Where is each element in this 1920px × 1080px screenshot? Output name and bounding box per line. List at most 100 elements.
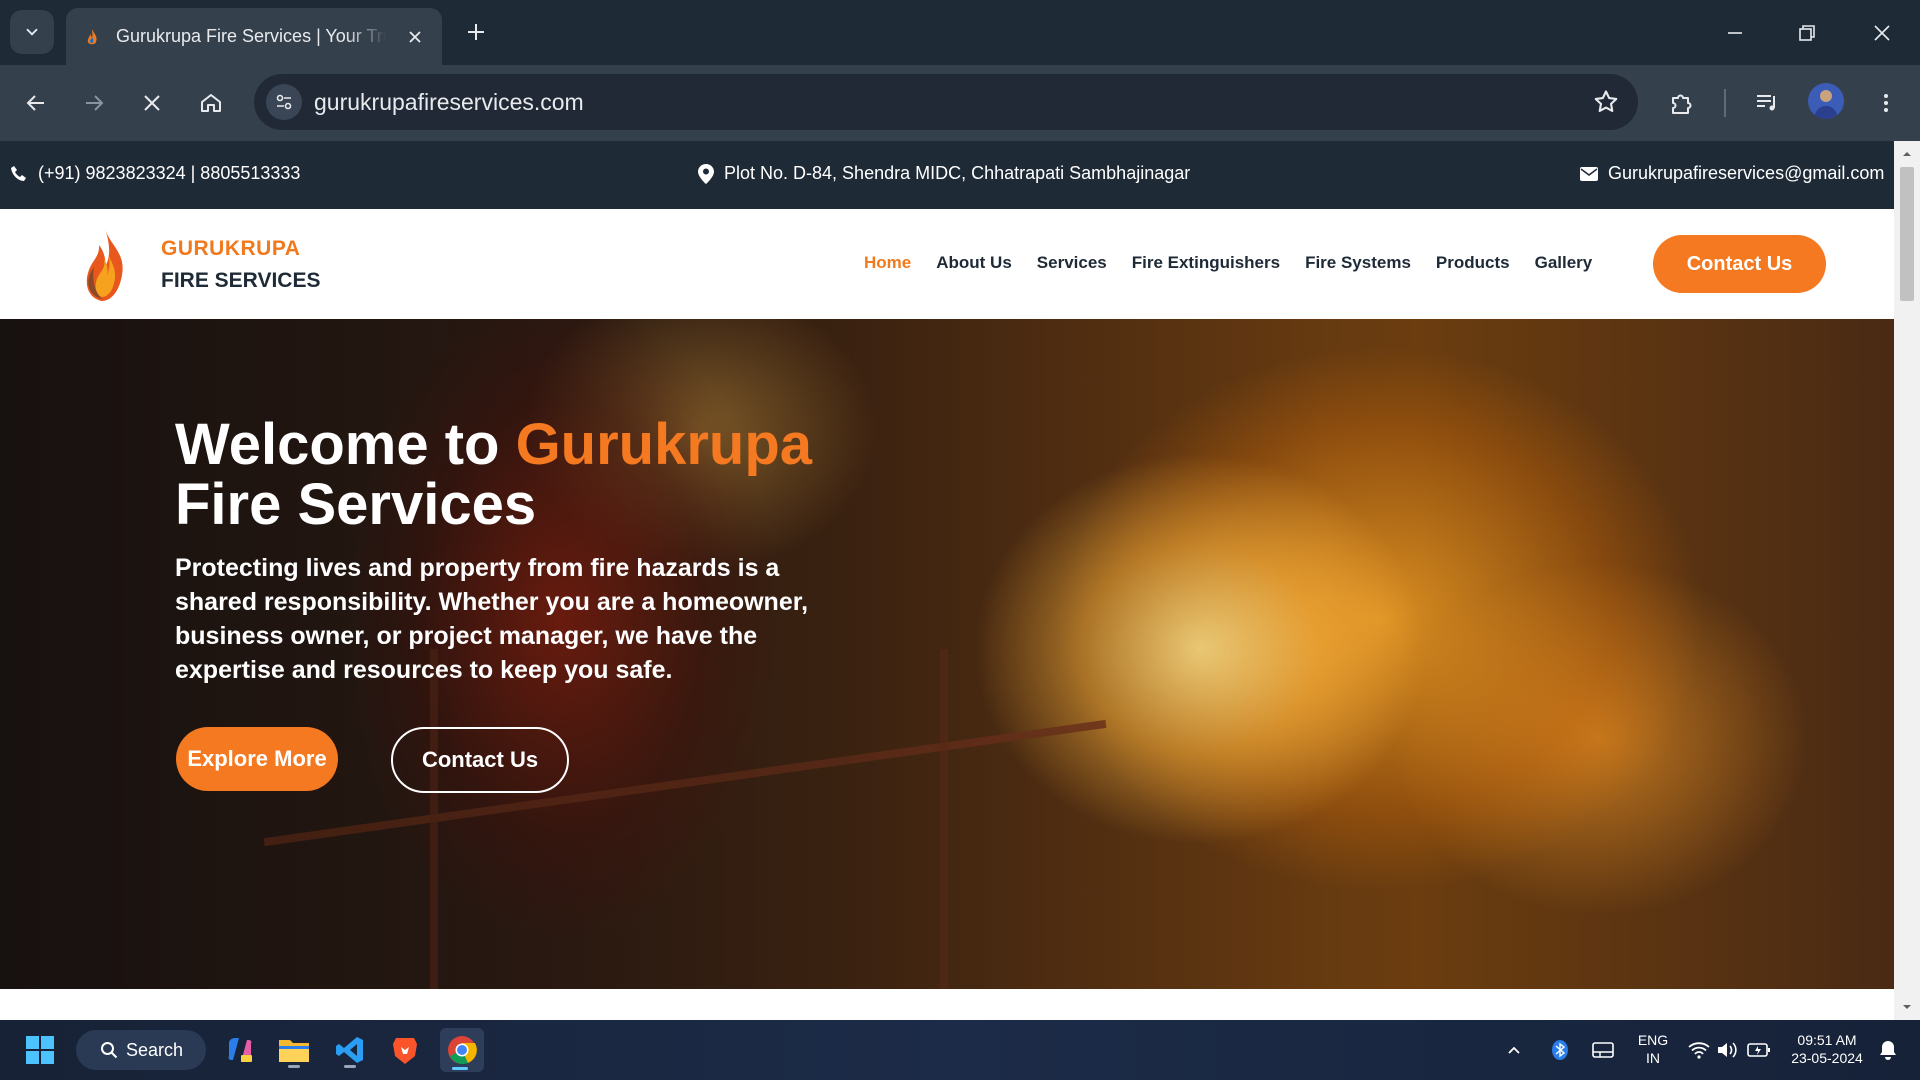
chevron-up-icon [1508,1046,1520,1054]
back-button[interactable] [16,83,56,123]
site-info-icon[interactable] [266,84,302,120]
bell-icon [1880,1041,1896,1060]
region-code: IN [1646,1050,1660,1066]
restore-button[interactable] [1790,16,1824,50]
battery-charging-icon [1747,1043,1770,1057]
copilot-icon [228,1038,252,1062]
toolbar-divider [1724,89,1726,117]
nav-link-services[interactable]: Services [1037,253,1107,273]
address-info: Plot No. D-84, Shendra MIDC, Chhatrapati… [698,163,1190,184]
nav-link-gallery[interactable]: Gallery [1535,253,1593,273]
scroll-up-arrow-icon[interactable] [1900,147,1914,161]
email-info[interactable]: Gurukrupafireservices@gmail.com [1580,163,1884,184]
profile-avatar[interactable] [1808,83,1844,119]
minimize-icon [1728,32,1742,34]
nav-link-fire-extinguishers[interactable]: Fire Extinguishers [1132,253,1280,273]
nav-link-home[interactable]: Home [864,253,911,273]
clock-date: 23-05-2024 [1791,1050,1863,1066]
active-indicator [452,1067,468,1070]
notifications-button[interactable] [1874,1030,1902,1070]
contact-topbar: (+91) 9823823324 | 8805513333 Plot No. D… [0,141,1894,209]
active-tab[interactable]: Gurukrupa Fire Services | Your Trus [66,8,442,65]
chevron-down-icon [26,28,38,36]
nav-contact-us-button[interactable]: Contact Us [1653,235,1826,293]
browser-toolbar: gurukrupafireservices.com [0,65,1920,141]
taskbar-widgets-app[interactable] [220,1030,260,1070]
close-window-button[interactable] [1865,16,1899,50]
taskbar-vscode[interactable] [330,1030,370,1070]
tab-close-icon[interactable] [404,26,426,48]
show-hidden-icons-button[interactable] [1502,1030,1526,1070]
nav-link-fire-systems[interactable]: Fire Systems [1305,253,1411,273]
tab-title: Gurukrupa Fire Services | Your Trus [116,26,386,46]
close-icon [1874,25,1890,41]
search-label: Search [126,1039,184,1060]
flame-logo-icon[interactable] [80,227,130,303]
start-button[interactable] [20,1030,60,1070]
browser-tab-bar: Gurukrupa Fire Services | Your Trus [0,0,1920,65]
nav-link-about-us[interactable]: About Us [936,253,1012,273]
explore-more-button[interactable]: Explore More [176,727,338,791]
phone-text: (+91) 9823823324 | 8805513333 [38,163,301,183]
windows-logo-icon [26,1036,54,1064]
wifi-tray-icon[interactable] [1686,1030,1712,1070]
bluetooth-icon [1552,1040,1568,1060]
email-text: Gurukrupafireservices@gmail.com [1608,163,1885,183]
home-button[interactable] [191,83,231,123]
stop-loading-button[interactable] [132,83,172,123]
running-indicator [344,1065,356,1068]
bluetooth-tray-icon[interactable] [1548,1030,1572,1070]
hero-title-prefix: Welcome to [175,412,516,477]
chrome-icon [448,1036,477,1065]
hero-description: Protecting lives and property from fire … [175,554,809,684]
scroll-down-arrow-icon[interactable] [1900,1000,1914,1014]
folder-icon [279,1040,309,1062]
hero-contact-us-button[interactable]: Contact Us [391,727,569,793]
envelope-icon [1580,166,1598,181]
phone-info[interactable]: (+91) 9823823324 | 8805513333 [10,163,300,184]
extensions-button[interactable] [1662,83,1702,123]
display-icon [1592,1042,1614,1058]
windows-taskbar: Search ENG IN 09:51 AM 23-05-2024 [0,1020,1920,1080]
clock[interactable]: 09:51 AM 23-05-2024 [1782,1031,1872,1067]
taskbar-file-explorer[interactable] [274,1030,314,1070]
vscode-icon [336,1037,363,1063]
bookmark-star-icon[interactable] [1592,88,1620,116]
hero-title-line2: Fire Services [175,472,537,537]
minimize-button[interactable] [1718,16,1752,50]
nav-link-products[interactable]: Products [1436,253,1510,273]
plus-icon [468,24,484,40]
clock-time: 09:51 AM [1797,1032,1857,1048]
location-pin-icon [698,163,714,184]
volume-tray-icon[interactable] [1714,1030,1740,1070]
address-bar[interactable]: gurukrupafireservices.com [254,74,1638,130]
taskbar-chrome[interactable] [440,1028,484,1072]
brand-tagline[interactable]: FIRE SERVICES [161,269,321,293]
taskbar-search[interactable]: Search [76,1030,206,1070]
playlist-icon [1757,95,1775,111]
tab-search-button[interactable] [10,10,54,54]
browser-menu-button[interactable] [1866,83,1906,123]
arrow-right-icon [86,95,104,111]
close-icon [144,95,160,111]
home-icon [201,94,221,112]
restore-icon [1799,25,1815,41]
battery-tray-icon[interactable] [1744,1030,1774,1070]
forward-button[interactable] [74,83,114,123]
wifi-icon [1688,1042,1710,1059]
puzzle-icon [1672,94,1692,114]
running-indicator [288,1065,300,1068]
scrollbar-thumb[interactable] [1900,167,1914,301]
media-control-button[interactable] [1747,83,1787,123]
main-navbar: GURUKRUPA FIRE SERVICES Home About Us Se… [0,209,1894,319]
url-text: gurukrupafireservices.com [314,89,584,115]
phone-icon [11,165,26,181]
brand-name[interactable]: GURUKRUPA [161,237,300,261]
tablet-mode-tray-icon[interactable] [1589,1030,1617,1070]
new-tab-button[interactable] [462,18,490,46]
arrow-left-icon [26,95,44,111]
taskbar-brave[interactable] [385,1030,425,1070]
page-viewport: (+91) 9823823324 | 8805513333 Plot No. D… [0,141,1894,1020]
page-scrollbar[interactable] [1894,141,1920,1020]
language-indicator[interactable]: ENG IN [1633,1031,1673,1067]
